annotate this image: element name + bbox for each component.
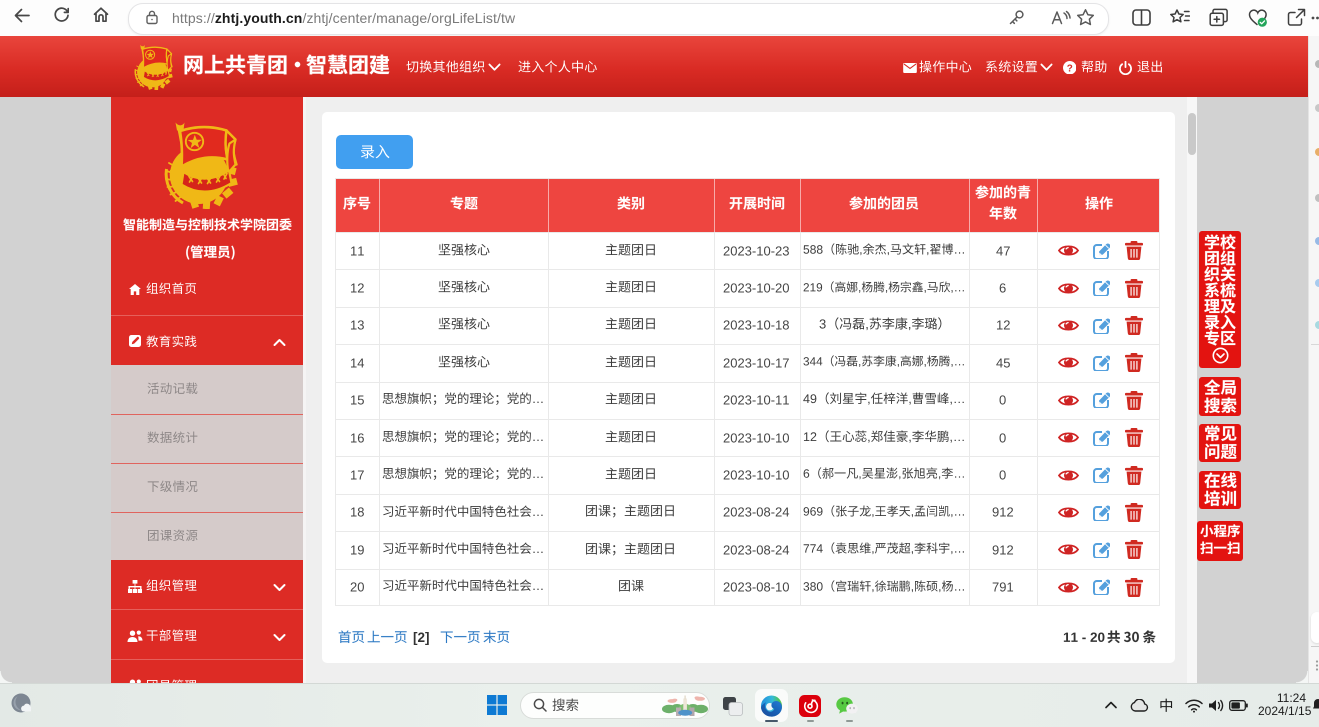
svg-text:?: ? [1066,63,1072,74]
